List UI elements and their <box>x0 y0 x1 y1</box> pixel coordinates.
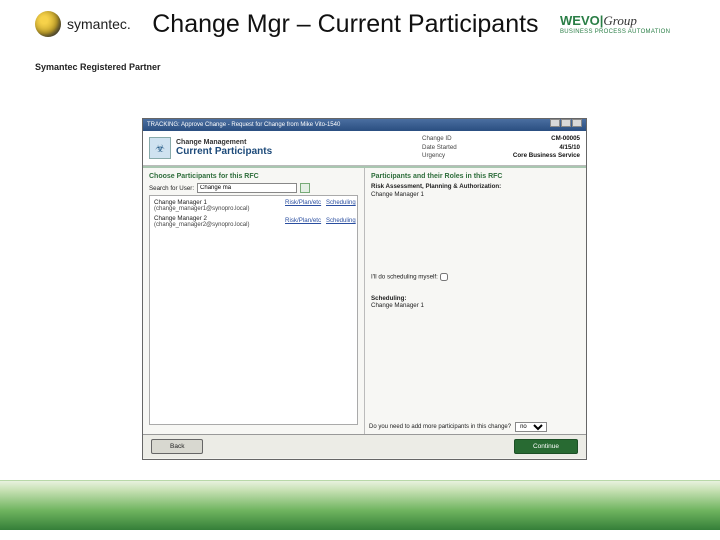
left-heading: Choose Participants for this RFC <box>149 173 358 180</box>
date-started-value: 4/15/10 <box>490 144 580 153</box>
role-links: Risk/Plan/etc Scheduling Risk/Plan/etc S… <box>285 199 356 224</box>
role-assigned-name: Change Manager 1 <box>371 191 580 198</box>
scheduling-link[interactable]: Scheduling <box>326 218 356 224</box>
wevo-logo: WEVO|Group BUSINESS PROCESS AUTOMATION <box>560 13 700 35</box>
date-started-label: Date Started <box>422 144 472 153</box>
symantec-swirl-icon <box>35 11 61 37</box>
self-schedule-checkbox[interactable] <box>440 273 448 281</box>
search-input[interactable] <box>197 183 297 193</box>
header-info: Change ID CM-00005 Date Started 4/15/10 Ur… <box>422 135 580 161</box>
module-header: ☣ Change Management Current Participants… <box>143 131 586 166</box>
role-link[interactable]: Risk/Plan/etc <box>285 199 321 206</box>
wevo-logo-main: WEVO <box>560 13 600 28</box>
choose-participants-pane: Choose Participants for this RFC Search … <box>143 168 365 434</box>
maximize-icon[interactable] <box>561 119 571 127</box>
symantec-text: symantec. <box>67 16 131 32</box>
slide-footer-band <box>0 480 720 540</box>
window-controls <box>550 119 582 131</box>
page-title: Current Participants <box>176 146 272 157</box>
change-id-label: Change ID <box>422 135 472 144</box>
window-titlebar: TRACKING: Approve Change - Request for C… <box>143 119 586 131</box>
back-button[interactable]: Back <box>151 439 203 454</box>
scheduling-link[interactable]: Scheduling <box>326 200 356 206</box>
urgency-value: Core Business Service <box>490 152 580 161</box>
add-more-question: Do you need to add more participants in … <box>369 424 511 430</box>
role-link[interactable]: Risk/Plan/etc <box>285 217 321 224</box>
registered-partner-badge: Symantec Registered Partner <box>35 62 161 72</box>
change-id-value: CM-00005 <box>490 135 580 144</box>
minimize-icon[interactable] <box>550 119 560 127</box>
slide-title: Change Mgr – Current Participants <box>131 10 560 39</box>
footer-bar: Back Continue <box>143 434 586 458</box>
window-title-text: TRACKING: Approve Change - Request for C… <box>147 119 340 131</box>
user-list[interactable]: Change Manager 1 (change_manager1@synopr… <box>149 195 358 425</box>
self-schedule-label: I'll do scheduling myself: <box>371 274 438 281</box>
wevo-tagline: BUSINESS PROCESS AUTOMATION <box>560 29 700 35</box>
participants-icon: ☣ <box>149 137 171 159</box>
scheduling-header: Scheduling: <box>371 295 580 302</box>
urgency-label: Urgency <box>422 152 472 161</box>
continue-button[interactable]: Continue <box>514 439 578 454</box>
search-label: Search for User: <box>149 185 194 192</box>
app-window: TRACKING: Approve Change - Request for C… <box>142 118 587 460</box>
role-header: Risk Assessment, Planning & Authorizatio… <box>371 183 580 190</box>
module-label: Change Management <box>176 139 272 146</box>
symantec-logo: symantec. <box>35 11 131 37</box>
search-icon[interactable] <box>300 183 310 193</box>
add-more-row: Do you need to add more participants in … <box>369 422 582 432</box>
close-icon[interactable] <box>572 119 582 127</box>
wevo-logo-group: Group <box>603 13 636 28</box>
participants-roles-pane: Participants and their Roles in this RFC… <box>365 168 586 434</box>
add-more-select[interactable]: no yes <box>515 422 547 432</box>
right-heading: Participants and their Roles in this RFC <box>371 173 580 180</box>
scheduling-assigned-name: Change Manager 1 <box>371 302 580 309</box>
